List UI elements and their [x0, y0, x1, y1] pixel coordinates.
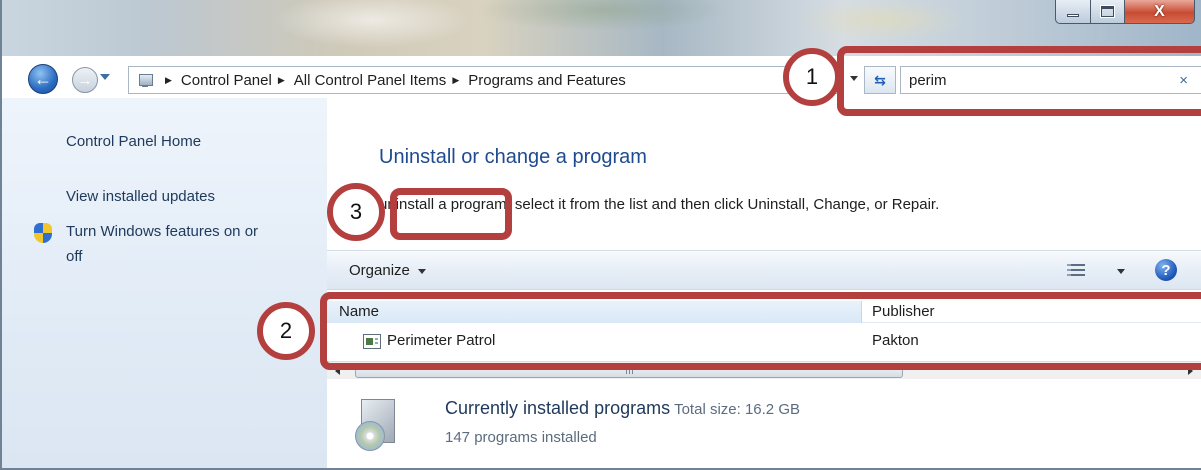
column-header-publisher[interactable]: Publisher	[872, 301, 935, 323]
sidebar-item-windows-features[interactable]: Turn Windows features on or	[66, 223, 258, 240]
task-pane: Control Panel Home View installed update…	[2, 98, 327, 468]
help-icon[interactable]: ?	[1155, 259, 1177, 281]
programs-and-features-window: X ← → ▶ Control Panel ▶ All Control Pane…	[0, 0, 1201, 470]
window-controls: X	[1055, 0, 1195, 24]
installed-programs-label: Currently installed programs	[445, 398, 671, 418]
annotation-badge-2: 2	[257, 302, 315, 360]
page-title: Uninstall or change a program	[379, 146, 647, 168]
annotation-badge-1: 1	[783, 48, 841, 106]
installed-programs-title: Currently installed programs Total size: …	[445, 398, 800, 419]
breadcrumb-separator-icon[interactable]: ▶	[452, 75, 459, 86]
maximize-button[interactable]	[1091, 0, 1125, 24]
breadcrumb-control-panel[interactable]: Control Panel	[181, 72, 272, 89]
close-button[interactable]: X	[1125, 0, 1195, 24]
change-view-icon[interactable]	[1067, 263, 1085, 279]
control-panel-icon	[137, 72, 153, 88]
back-button[interactable]: ←	[28, 64, 58, 94]
details-pane: Currently installed programs Total size: …	[327, 379, 1201, 468]
list-header: Name Publisher	[327, 301, 1201, 323]
instructions-text: uninstall a program, select it from the …	[379, 196, 940, 213]
breadcrumb-all-items[interactable]: All Control Panel Items	[294, 72, 447, 89]
program-name: Perimeter Patrol	[387, 332, 496, 349]
program-icon	[363, 334, 381, 349]
sidebar-item-view-installed-updates[interactable]: View installed updates	[66, 188, 215, 205]
navigation-bar: ← → ▶ Control Panel ▶ All Control Panel …	[2, 62, 1201, 98]
search-query-text[interactable]: perim	[909, 72, 1179, 89]
table-row[interactable]: Perimeter Patrol Pakton	[327, 328, 1201, 356]
organize-button[interactable]: Organize	[349, 262, 426, 279]
forward-arrow-icon: →	[77, 71, 93, 89]
scroll-right-icon[interactable]	[1188, 367, 1193, 375]
installed-programs-icon	[355, 393, 403, 451]
clear-search-icon[interactable]: ×	[1179, 72, 1188, 89]
refresh-icon: ⇆	[874, 71, 886, 88]
scrollbar-grip-icon	[626, 367, 634, 374]
horizontal-scrollbar[interactable]	[327, 361, 1201, 379]
programs-count: 147 programs installed	[445, 429, 597, 446]
refresh-button[interactable]: ⇆	[864, 66, 896, 94]
windows-shield-icon	[34, 223, 52, 243]
scroll-left-icon[interactable]	[335, 367, 340, 375]
address-dropdown-icon[interactable]	[850, 76, 858, 81]
annotation-badge-3: 3	[327, 183, 385, 241]
recent-pages-dropdown-icon[interactable]	[100, 74, 110, 80]
chevron-down-icon	[417, 268, 426, 274]
address-bar[interactable]: ▶ Control Panel ▶ All Control Panel Item…	[128, 66, 842, 94]
forward-button[interactable]: →	[72, 67, 98, 93]
back-arrow-icon: ←	[34, 68, 52, 89]
title-bar: X	[2, 0, 1201, 56]
minimize-icon	[1067, 14, 1079, 17]
organize-label: Organize	[349, 262, 410, 279]
column-header-name[interactable]: Name	[327, 301, 862, 323]
view-options-chevron-icon[interactable]	[1117, 269, 1125, 274]
breadcrumb-separator-icon[interactable]: ▶	[278, 75, 285, 86]
scrollbar-thumb[interactable]	[355, 363, 903, 378]
search-input[interactable]: perim ×	[900, 66, 1201, 94]
breadcrumb-separator-icon[interactable]: ▶	[165, 75, 172, 86]
command-bar: Organize ?	[327, 250, 1201, 290]
close-icon: X	[1154, 2, 1165, 20]
sidebar-item-control-panel-home[interactable]: Control Panel Home	[66, 133, 201, 150]
minimize-button[interactable]	[1055, 0, 1091, 24]
breadcrumb-programs-and-features[interactable]: Programs and Features	[468, 72, 626, 89]
main-content: Uninstall or change a program uninstall …	[327, 98, 1201, 468]
sidebar-item-windows-features-line2[interactable]: off	[66, 248, 82, 265]
program-publisher: Pakton	[872, 332, 919, 349]
maximize-icon	[1100, 5, 1115, 18]
total-size-label: Total size: 16.2 GB	[674, 401, 800, 418]
